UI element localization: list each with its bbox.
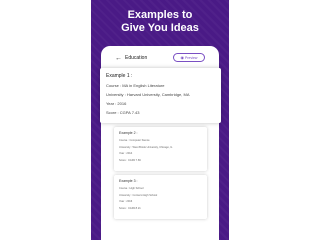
example-card-2[interactable]: Example 2 : Course : Computer Sience Uni… xyxy=(114,127,207,171)
preview-button[interactable]: ◉Preview xyxy=(173,53,205,62)
example-course: Course : Computer Sience xyxy=(119,139,150,142)
example-year: Year : 2016 xyxy=(106,101,127,106)
example-course: Course : MA in English Literature xyxy=(106,83,165,88)
example-score: Score : CGPA 8.21 xyxy=(119,206,141,210)
arrow-left-icon[interactable]: ← xyxy=(115,55,122,62)
example-score: Score : CGPA 7.69 xyxy=(119,158,141,162)
app-bar: ← Education ◉Preview xyxy=(101,46,219,70)
example-score: Score : CGPA 7.43 xyxy=(106,110,140,115)
example-course: Course : High School xyxy=(119,187,144,190)
example-year: Year : 2014 xyxy=(119,152,133,155)
example-university: University : Cornerst High School xyxy=(119,193,158,197)
example-university: University : West Brook University, Chic… xyxy=(119,145,173,149)
headline: Examples to Give You Ideas xyxy=(91,9,229,35)
example-card-1[interactable]: Example 1 : Course : MA in English Liter… xyxy=(100,68,221,123)
example-year: Year : 2016 xyxy=(119,200,133,203)
eye-icon: ◉ xyxy=(180,55,185,60)
example-title: Example 1 : xyxy=(106,73,133,79)
headline-line-1: Examples to xyxy=(127,9,193,21)
example-card-3[interactable]: Example 3 : Course : High School Univers… xyxy=(114,175,207,219)
example-title: Example 3 : xyxy=(119,179,138,183)
screen: Examples to Give You Ideas ← Education ◉… xyxy=(0,0,320,240)
example-university: University : Harvard University, Cambrid… xyxy=(106,92,190,97)
headline-line-2: Give You Ideas xyxy=(121,22,199,34)
example-title: Example 2 : xyxy=(119,131,138,135)
preview-label: Preview xyxy=(185,56,198,60)
page-title: Education xyxy=(125,55,148,61)
